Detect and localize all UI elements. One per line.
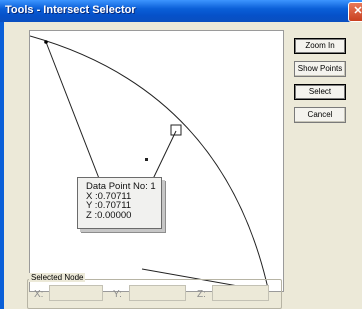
- data-point-z: Z :0.00000: [86, 209, 132, 221]
- zoom-in-button[interactable]: Zoom In: [294, 38, 346, 54]
- window-frame-left: [0, 22, 4, 309]
- y-field[interactable]: [129, 285, 186, 301]
- drawing-canvas[interactable]: [29, 30, 284, 292]
- selected-node-label: Selected Node: [29, 273, 86, 282]
- dialog-window: Tools - Intersect Selector ✕ Zoom In Sho…: [0, 0, 362, 309]
- select-button[interactable]: Select: [294, 84, 346, 100]
- geometry-view: [30, 35, 270, 291]
- show-points-button[interactable]: Show Points: [294, 61, 346, 77]
- window-title: Tools - Intersect Selector: [5, 4, 136, 16]
- close-icon[interactable]: ✕: [348, 2, 362, 22]
- line-segment-right: [151, 130, 177, 182]
- node-marker-top[interactable]: [44, 40, 48, 44]
- x-field-label: X:: [34, 289, 44, 300]
- y-field-label: Y:: [113, 289, 122, 300]
- x-field[interactable]: [49, 285, 103, 301]
- z-field-label: Z:: [197, 289, 206, 300]
- z-field[interactable]: [212, 285, 269, 301]
- cancel-button[interactable]: Cancel: [294, 107, 346, 123]
- title-bar[interactable]: Tools - Intersect Selector ✕: [0, 0, 362, 22]
- arc-curve: [30, 35, 270, 291]
- line-segment-left: [45, 41, 101, 182]
- point-marker[interactable]: [145, 158, 148, 161]
- selection-box-marker[interactable]: [170, 124, 182, 136]
- data-point-tooltip: Data Point No: 1 X :0.70711 Y :0.70711 Z…: [77, 177, 162, 229]
